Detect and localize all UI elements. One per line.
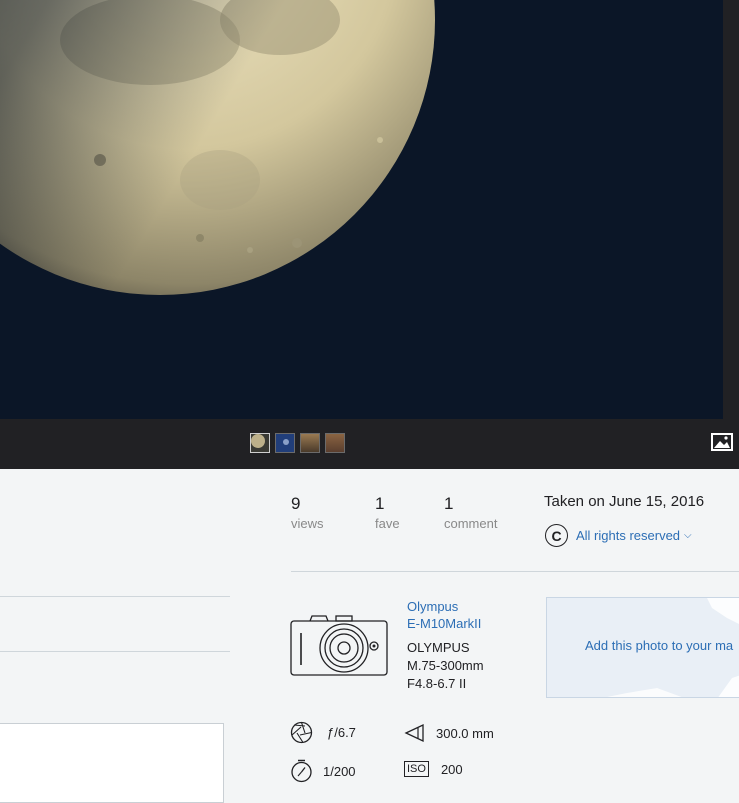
thumbnail-sunset-2[interactable] [325, 433, 345, 453]
lens-line: M.75-300mm [407, 658, 484, 673]
stat-value: 1 [444, 494, 454, 513]
divider [0, 596, 230, 597]
add-to-map-text[interactable]: Add this photo to your ma [585, 638, 733, 653]
image-icon[interactable] [711, 433, 733, 451]
thumbnail-moon-crescent[interactable] [250, 433, 270, 453]
stat-value: 9 [291, 494, 301, 513]
license-label[interactable]: All rights reserved [576, 528, 680, 543]
moon-photo [0, 0, 435, 295]
lens-line: F4.8-6.7 II [407, 676, 467, 691]
camera-model-link[interactable]: Olympus E-M10MarkII [407, 598, 481, 632]
chevron-down-icon: ⌵ [684, 530, 692, 541]
camera-model[interactable]: E-M10MarkII [407, 615, 481, 632]
stat-value: 1 [375, 494, 385, 513]
stat-label: fave [375, 516, 400, 531]
iso-value: 200 [440, 761, 463, 777]
stat-views: 9 views [291, 494, 324, 531]
focal-length-icon [404, 723, 424, 743]
photo-info-panel: 9 views 1 fave 1 comment Taken on June 1… [0, 469, 739, 803]
filmstrip [0, 419, 739, 469]
shutter-value: 1/200 [323, 763, 356, 779]
exif-shutter: 1/200 [290, 759, 356, 783]
divider [0, 651, 230, 652]
photo-viewer[interactable] [0, 0, 739, 419]
lens-info: OLYMPUS M.75-300mm F4.8-6.7 II [407, 639, 484, 693]
date-taken[interactable]: Taken on June 15, 2016 [544, 493, 704, 510]
aperture-icon [290, 721, 313, 744]
stat-comments: 1 comment [444, 494, 497, 531]
stat-label: views [291, 516, 324, 531]
lens-line: OLYMPUS [407, 640, 470, 655]
exif-iso: ISO 200 [404, 761, 463, 777]
iso-icon: ISO [404, 761, 429, 777]
exif-aperture: ƒ/6.7 [290, 721, 356, 744]
aperture-value: ƒ/6.7 [327, 725, 356, 740]
viewer-edge [723, 0, 739, 419]
thumbnail-sunset-1[interactable] [300, 433, 320, 453]
add-to-map-box[interactable]: Add this photo to your ma [546, 597, 739, 698]
license-dropdown[interactable]: C All rights reserved ⌵ [545, 524, 692, 547]
comment-box[interactable] [0, 723, 224, 803]
shutter-speed-icon [291, 759, 312, 783]
thumbnail-moon-blue[interactable] [275, 433, 295, 453]
stat-label: comment [444, 516, 498, 531]
exif-focal-length: 300.0 mm [404, 722, 494, 744]
stat-faves: 1 fave [375, 494, 400, 531]
focal-length-value: 300.0 mm [436, 725, 494, 741]
divider [291, 571, 739, 572]
camera-make[interactable]: Olympus [407, 598, 481, 615]
copyright-icon: C [545, 524, 568, 547]
camera-icon [290, 615, 388, 676]
